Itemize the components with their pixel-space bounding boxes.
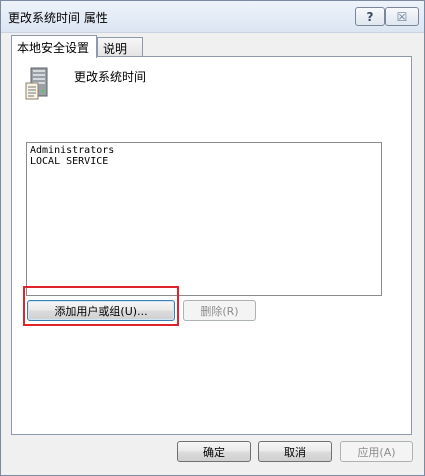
apply-button[interactable]: 应用(A) [340,441,413,462]
close-button[interactable]: ☒ [385,7,419,26]
server-policy-icon [25,67,51,101]
help-icon: ? [366,9,374,24]
remove-button[interactable]: 删除(R) [183,300,256,321]
policy-name: 更改系统时间 [74,70,147,84]
tab-local-security-setting[interactable]: 本地安全设置 [11,35,97,58]
tab-panel: 更改系统时间 Administrators LOCAL SERVICE 添加用户… [11,56,412,435]
cancel-button[interactable]: 取消 [258,441,332,462]
add-user-or-group-button[interactable]: 添加用户或组(U)... [27,300,175,321]
title-bar: 更改系统时间 属性 ? ☒ [1,1,424,33]
list-item[interactable]: Administrators [30,145,378,156]
list-item[interactable]: LOCAL SERVICE [30,156,378,167]
tab-explain[interactable]: 说明 [97,37,143,57]
accounts-listbox[interactable]: Administrators LOCAL SERVICE [26,142,382,296]
window-title: 更改系统时间 属性 [8,11,108,25]
close-icon: ☒ [396,9,408,24]
help-button[interactable]: ? [355,7,385,26]
properties-dialog: 更改系统时间 属性 ? ☒ 本地安全设置 说明 更改系统时间 Administr… [0,0,425,476]
ok-button[interactable]: 确定 [177,441,251,462]
